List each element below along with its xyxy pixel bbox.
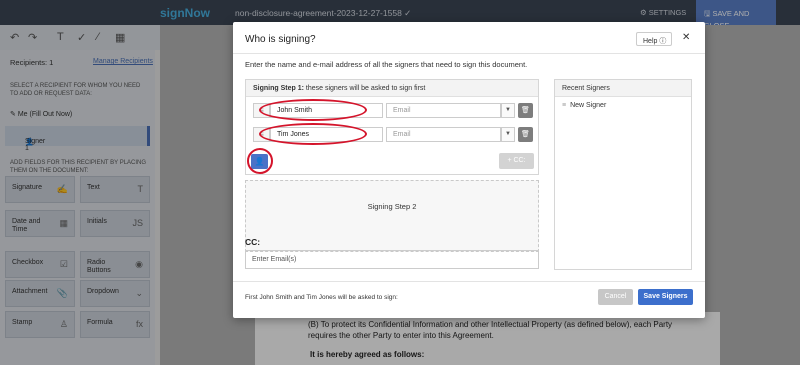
close-icon[interactable]: ✕ bbox=[682, 32, 690, 43]
signing-step-1: Signing Step 1: these signers will be as… bbox=[245, 79, 539, 175]
signing-order-note: First John Smith and Tim Jones will be a… bbox=[245, 294, 398, 301]
annotation-oval-tim bbox=[259, 123, 367, 145]
recent-signers-title: Recent Signers bbox=[555, 80, 691, 97]
cc-email-input[interactable]: Enter Email(s) bbox=[245, 250, 539, 269]
who-is-signing-dialog: Who is signing? Help ⓘ ✕ Enter the name … bbox=[233, 22, 705, 318]
signer-email-input[interactable]: Email bbox=[386, 103, 501, 118]
recent-signers-panel: Recent Signers ≡ New Signer bbox=[554, 79, 692, 270]
chevron-down-icon[interactable]: ▼ bbox=[501, 127, 515, 142]
step-1-header: Signing Step 1: these signers will be as… bbox=[246, 80, 538, 97]
help-button[interactable]: Help ⓘ bbox=[636, 32, 672, 46]
cc-label: CC: bbox=[245, 237, 261, 247]
step-1-description: these signers will be asked to sign firs… bbox=[305, 85, 426, 92]
save-signers-button[interactable]: Save Signers bbox=[638, 289, 693, 305]
step-2-label: Signing Step 2 bbox=[367, 202, 417, 211]
divider bbox=[233, 281, 705, 282]
recent-signer-item[interactable]: ≡ New Signer bbox=[562, 102, 606, 109]
trash-icon[interactable]: 🗑 bbox=[518, 103, 533, 118]
drag-handle-icon: ≡ bbox=[562, 102, 567, 109]
divider bbox=[233, 53, 705, 54]
signing-step-2-dropzone[interactable]: Signing Step 2 bbox=[245, 180, 539, 252]
recent-signer-label: New Signer bbox=[570, 102, 607, 109]
annotation-oval-john bbox=[259, 99, 367, 121]
step-1-label: Signing Step 1: bbox=[253, 85, 304, 92]
trash-icon[interactable]: 🗑 bbox=[518, 127, 533, 142]
dialog-title: Who is signing? bbox=[245, 34, 316, 45]
dialog-description: Enter the name and e-mail address of all… bbox=[245, 60, 528, 69]
cancel-button[interactable]: Cancel bbox=[598, 289, 633, 305]
add-cc-button[interactable]: + CC: bbox=[499, 153, 534, 169]
annotation-circle-add bbox=[247, 148, 273, 174]
signer-email-input[interactable]: Email bbox=[386, 127, 501, 142]
chevron-down-icon[interactable]: ▼ bbox=[501, 103, 515, 118]
